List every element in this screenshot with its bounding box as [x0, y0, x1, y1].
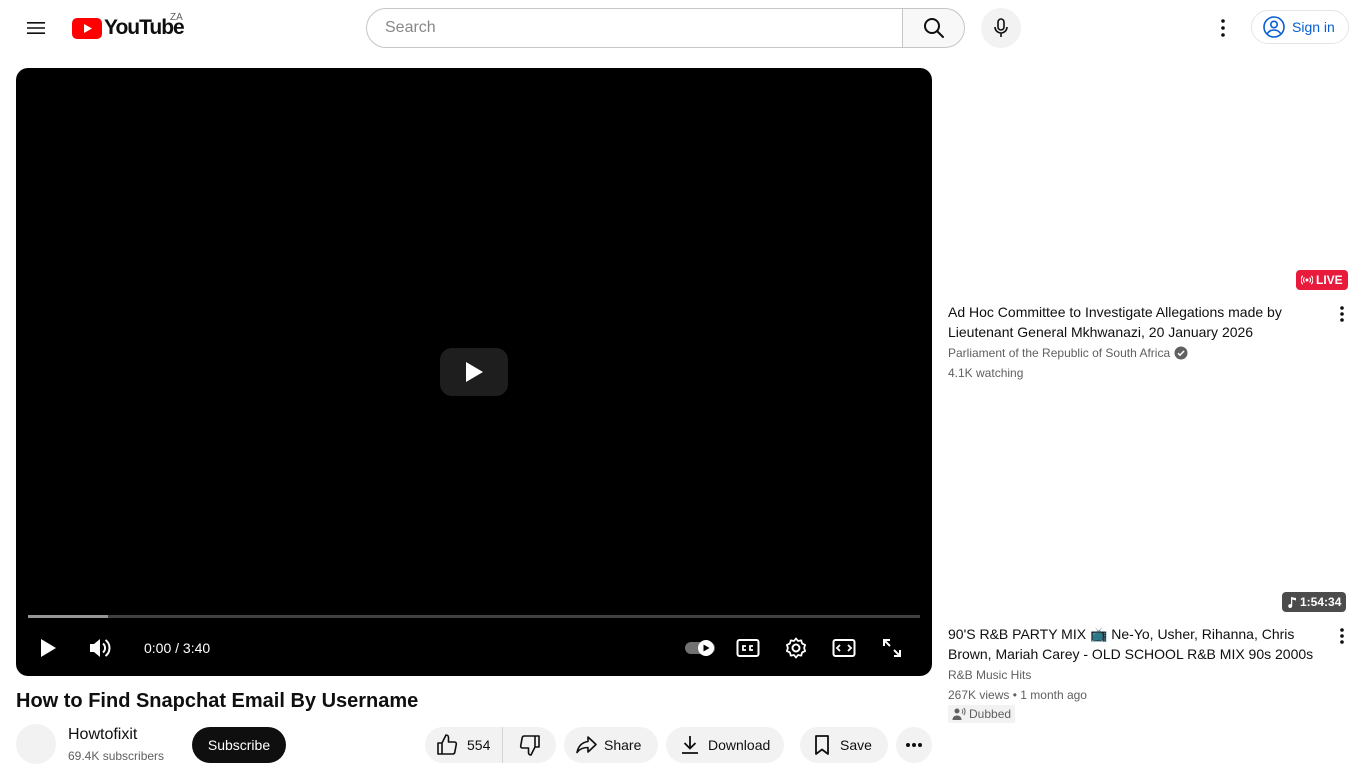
upload-age: 1 month ago	[1020, 688, 1087, 702]
download-label: Download	[708, 737, 771, 753]
vertical-dots-icon	[1221, 19, 1225, 37]
subtitles-button[interactable]	[728, 628, 768, 668]
time-separator: /	[171, 640, 183, 656]
channel-name[interactable]: Howtofixit	[68, 726, 137, 744]
sign-in-label: Sign in	[1292, 19, 1335, 35]
view-count: 267K views	[948, 688, 1010, 702]
recommendation-title[interactable]: 90'S R&B PARTY MIX 📺 Ne-Yo, Usher, Rihan…	[948, 624, 1328, 664]
horizontal-dots-icon	[906, 743, 922, 747]
dislike-button[interactable]	[503, 727, 556, 763]
large-play-button[interactable]	[440, 348, 508, 396]
search-box[interactable]	[366, 8, 902, 48]
video-player[interactable]: 0:00 / 3:40	[16, 68, 932, 676]
play-button[interactable]	[28, 628, 68, 668]
duration-badge: 1:54:34	[1282, 592, 1347, 612]
theater-mode-icon	[832, 639, 856, 657]
hamburger-menu-icon	[27, 22, 45, 34]
recommendation-channel[interactable]: Parliament of the Republic of South Afri…	[948, 344, 1188, 362]
download-button[interactable]: Download	[666, 727, 784, 763]
settings-more-button[interactable]	[1203, 8, 1243, 48]
settings-button[interactable]	[776, 628, 816, 668]
autoplay-toggle-icon	[685, 640, 715, 656]
live-badge: LIVE	[1296, 270, 1348, 290]
search-input[interactable]	[383, 18, 902, 38]
time-display: 0:00 / 3:40	[144, 638, 210, 658]
vertical-dots-icon	[1340, 628, 1344, 644]
autoplay-toggle[interactable]	[680, 628, 720, 668]
fullscreen-icon	[883, 639, 901, 657]
like-button[interactable]: 554	[425, 727, 504, 763]
youtube-logo[interactable]: YouTube	[72, 16, 185, 40]
recommendation-menu-button[interactable]	[1330, 624, 1354, 648]
gear-icon	[786, 637, 806, 659]
channel-avatar[interactable]	[16, 724, 56, 764]
voice-search-button[interactable]	[981, 8, 1021, 48]
mute-button[interactable]	[80, 628, 120, 668]
duration-label: 1:54:34	[1300, 595, 1342, 609]
share-button[interactable]: Share	[564, 727, 658, 763]
subscribe-button[interactable]: Subscribe	[192, 727, 286, 763]
share-label: Share	[604, 737, 642, 753]
video-title: How to Find Snapchat Email By Username	[16, 690, 419, 712]
recommendation-menu-button[interactable]	[1330, 302, 1354, 326]
progress-bar[interactable]	[28, 615, 920, 618]
download-icon	[682, 736, 698, 754]
music-note-icon	[1288, 597, 1296, 608]
fullscreen-button[interactable]	[872, 628, 912, 668]
bookmark-icon	[815, 735, 829, 755]
save-button[interactable]: Save	[800, 727, 888, 763]
vertical-dots-icon	[1340, 306, 1344, 322]
like-dislike-group: 554	[425, 727, 556, 763]
video-duration: 3:40	[182, 640, 211, 656]
region-code: ZA	[170, 12, 183, 23]
current-time: 0:00	[144, 640, 172, 656]
search-icon	[923, 18, 944, 38]
volume-icon	[90, 639, 111, 657]
sign-in-button[interactable]: Sign in	[1251, 10, 1349, 44]
search-button[interactable]	[902, 8, 965, 48]
recommendation-stats: 267K views • 1 month ago	[948, 686, 1087, 704]
meta-separator: •	[1012, 688, 1017, 702]
recommendation-thumbnail[interactable]: 1:54:34	[940, 400, 1350, 620]
play-icon	[466, 362, 483, 382]
thumbs-down-icon	[519, 735, 540, 756]
closed-captions-icon	[736, 639, 760, 657]
save-label: Save	[840, 737, 872, 753]
dubbed-audio-icon	[952, 707, 966, 720]
live-broadcast-icon	[1301, 275, 1313, 285]
live-badge-label: LIVE	[1316, 273, 1343, 287]
menu-button[interactable]	[16, 8, 56, 48]
dubbed-label: Dubbed	[969, 707, 1012, 721]
youtube-play-logo-icon	[72, 17, 102, 39]
thumbs-up-icon	[437, 734, 458, 755]
theater-mode-button[interactable]	[824, 628, 864, 668]
play-icon	[41, 639, 56, 657]
recommendation-title[interactable]: Ad Hoc Committee to Investigate Allegati…	[948, 302, 1328, 342]
microphone-icon	[994, 18, 1008, 37]
verified-check-icon	[1174, 346, 1188, 360]
account-circle-icon	[1263, 16, 1285, 38]
progress-buffered	[28, 615, 109, 618]
subscriber-count: 69.4K subscribers	[68, 749, 165, 763]
like-count: 554	[467, 737, 491, 753]
more-actions-button[interactable]	[896, 727, 932, 763]
recommendation-channel[interactable]: R&B Music Hits	[948, 666, 1031, 684]
channel-name: Parliament of the Republic of South Afri…	[948, 346, 1171, 360]
share-arrow-icon	[576, 736, 597, 754]
recommendation-viewers: 4.1K watching	[948, 366, 1024, 380]
dubbed-badge: Dubbed	[948, 705, 1016, 723]
